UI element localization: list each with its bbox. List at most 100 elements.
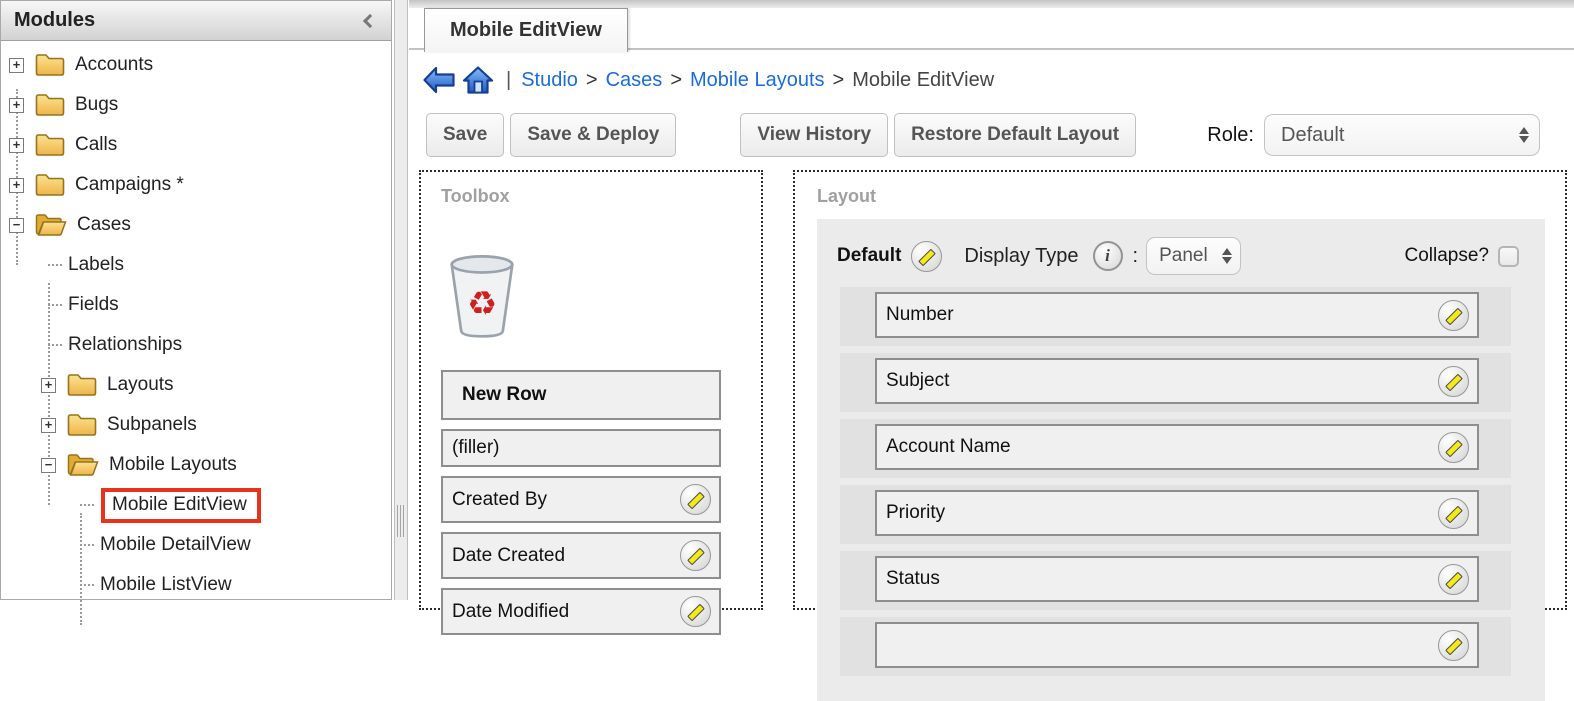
toolbox-item-created-by[interactable]: Created By xyxy=(441,476,721,523)
panel-header-row: Default Display Type i : Panel Collapse? xyxy=(817,229,1545,287)
tree-item-fields[interactable]: Fields xyxy=(1,285,391,325)
tree-item-label: Subpanels xyxy=(107,414,197,435)
display-type-value: Panel xyxy=(1159,245,1208,266)
toolbox-item-label: Date Created xyxy=(452,544,566,566)
edit-pencil-icon[interactable] xyxy=(1438,497,1469,529)
breadcrumb-separator: > xyxy=(832,68,845,91)
save-deploy-button[interactable]: Save & Deploy xyxy=(510,113,677,157)
tree-item-label: Calls xyxy=(75,134,118,155)
toolbox-items: New Row (filler) Created By Date Created… xyxy=(441,370,741,635)
folder-open-icon xyxy=(35,214,67,236)
tree-item-labels[interactable]: Labels xyxy=(1,245,391,285)
tree-item-bugs[interactable]: + Bugs xyxy=(1,85,391,125)
field-label: Priority xyxy=(886,502,946,523)
edit-pencil-icon[interactable] xyxy=(1438,563,1469,595)
layout-field-priority[interactable]: Priority xyxy=(875,490,1479,536)
toolbox-item-label: (filler) xyxy=(452,437,500,458)
restore-default-layout-button[interactable]: Restore Default Layout xyxy=(894,113,1137,157)
selected-item-highlight: Mobile EditView xyxy=(101,487,261,523)
layout-row: Number xyxy=(840,287,1511,346)
expand-icon[interactable]: + xyxy=(9,137,24,153)
field-label: Account Name xyxy=(886,436,1011,457)
tree-item-mobile-editview[interactable]: Mobile EditView xyxy=(1,485,391,525)
edit-pencil-icon[interactable] xyxy=(911,240,943,272)
breadcrumb-separator: > xyxy=(585,68,598,91)
tree-item-label: Mobile DetailView xyxy=(100,534,251,555)
layout-field-subject[interactable]: Subject xyxy=(875,358,1479,404)
breadcrumb-link-mobile-layouts[interactable]: Mobile Layouts xyxy=(690,69,825,92)
edit-pencil-icon[interactable] xyxy=(1438,431,1469,463)
sidebar-title: Modules xyxy=(14,9,96,31)
collapse-sidebar-icon[interactable] xyxy=(362,13,378,28)
tree-item-mobile-layouts[interactable]: − Mobile Layouts xyxy=(1,445,391,485)
tree-item-mobile-listview[interactable]: Mobile ListView xyxy=(1,565,391,605)
folder-closed-icon xyxy=(35,94,65,116)
edit-pencil-icon[interactable] xyxy=(1438,365,1469,397)
layout-field-status[interactable]: Status xyxy=(875,556,1479,602)
select-arrows-icon xyxy=(1505,122,1529,148)
layout-row: Priority xyxy=(840,485,1511,544)
layout-field-number[interactable]: Number xyxy=(875,292,1479,338)
collapse-control: Collapse? xyxy=(1405,245,1519,267)
module-tree: + Accounts + Bugs + Calls + Campaigns * … xyxy=(1,41,391,625)
action-toolbar: Save Save & Deploy View History Restore … xyxy=(409,112,1574,158)
expand-icon[interactable]: + xyxy=(9,57,24,73)
view-history-button[interactable]: View History xyxy=(740,113,889,157)
tree-item-label: Accounts xyxy=(75,54,154,75)
edit-pencil-icon[interactable] xyxy=(680,540,711,571)
breadcrumb-pipe: | xyxy=(506,68,512,91)
splitter-grip[interactable] xyxy=(397,505,405,537)
tree-item-relationships[interactable]: Relationships xyxy=(1,325,391,365)
toolbox-item-date-modified[interactable]: Date Modified xyxy=(441,588,721,635)
breadcrumb-link-cases[interactable]: Cases xyxy=(606,69,663,92)
display-type-label: Display Type xyxy=(964,244,1079,267)
tree-item-subpanels[interactable]: + Subpanels xyxy=(1,405,391,445)
back-arrow-icon[interactable] xyxy=(422,65,456,95)
expand-icon[interactable]: + xyxy=(41,377,56,393)
folder-closed-icon xyxy=(67,414,97,436)
tree-item-cases[interactable]: − Cases xyxy=(1,205,391,245)
display-type-select[interactable]: Panel xyxy=(1146,237,1241,275)
info-icon[interactable]: i xyxy=(1092,241,1123,271)
save-button[interactable]: Save xyxy=(426,113,505,157)
expand-icon[interactable]: + xyxy=(9,97,24,113)
role-select[interactable]: Default xyxy=(1264,114,1540,156)
collapse-icon[interactable]: − xyxy=(9,217,24,233)
toolbox-item-new-row[interactable]: New Row xyxy=(441,370,721,420)
edit-pencil-icon[interactable] xyxy=(1438,629,1469,661)
tabstrip-topbar xyxy=(409,0,1574,8)
edit-pencil-icon[interactable] xyxy=(1438,299,1469,331)
tree-item-campaigns[interactable]: + Campaigns * xyxy=(1,165,391,205)
svg-text:♻: ♻ xyxy=(467,284,497,323)
breadcrumb-link-studio[interactable]: Studio xyxy=(521,69,578,92)
tree-tick xyxy=(48,264,62,266)
trash-recycle-bin-icon[interactable]: ♻ xyxy=(443,253,521,339)
tree-item-label: Relationships xyxy=(68,334,183,355)
folder-open-icon xyxy=(67,454,99,476)
toolbox-item-filler[interactable]: (filler) xyxy=(441,429,721,467)
expand-icon[interactable]: + xyxy=(9,177,24,193)
collapse-icon[interactable]: − xyxy=(41,457,56,473)
role-group: Role: Default xyxy=(1207,114,1540,156)
tree-item-mobile-detailview[interactable]: Mobile DetailView xyxy=(1,525,391,565)
home-icon[interactable] xyxy=(462,65,494,95)
breadcrumb: | Studio > Cases > Mobile Layouts > Mobi… xyxy=(422,63,1574,97)
tree-item-calls[interactable]: + Calls xyxy=(1,125,391,165)
edit-pencil-icon[interactable] xyxy=(680,596,711,627)
collapse-checkbox[interactable] xyxy=(1498,245,1519,267)
tree-item-layouts[interactable]: + Layouts xyxy=(1,365,391,405)
layout-row: Subject xyxy=(840,353,1511,412)
edit-pencil-icon[interactable] xyxy=(680,484,711,515)
tree-item-accounts[interactable]: + Accounts xyxy=(1,45,391,85)
layout-row: Status xyxy=(840,551,1511,610)
tree-tick xyxy=(80,504,94,506)
layout-field-account-name[interactable]: Account Name xyxy=(875,424,1479,470)
folder-closed-icon xyxy=(35,174,65,196)
expand-icon[interactable]: + xyxy=(41,417,56,433)
field-label: Subject xyxy=(886,370,950,391)
toolbox-title: Toolbox xyxy=(441,186,510,206)
layout-title: Layout xyxy=(817,186,877,206)
tab-mobile-editview[interactable]: Mobile EditView xyxy=(424,8,628,52)
toolbox-item-date-created[interactable]: Date Created xyxy=(441,532,721,579)
layout-field[interactable] xyxy=(875,622,1479,668)
